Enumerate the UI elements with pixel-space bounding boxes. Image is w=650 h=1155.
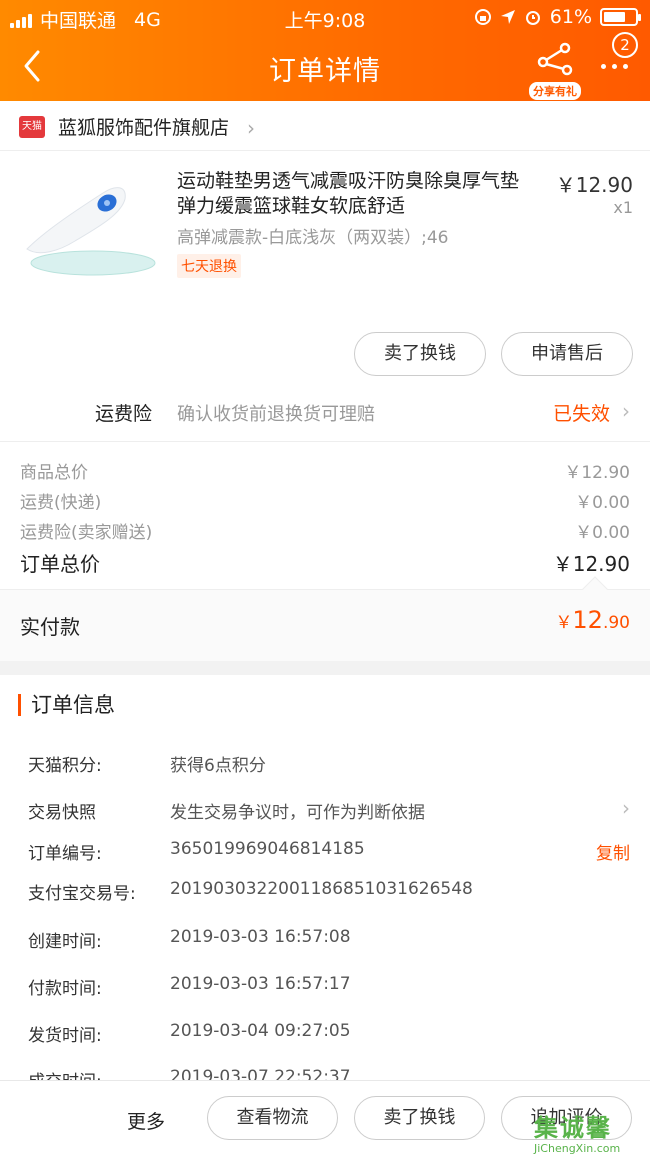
goods-total-row: 商品总价 ￥12.90: [20, 458, 630, 483]
shipping-fee-row: 运费(快递) ￥0.00: [20, 488, 630, 513]
paid-decimal: .90: [602, 613, 630, 633]
store-row[interactable]: 天猫 蓝狐服饰配件旗舰店 ›: [0, 101, 650, 151]
watermark-text: 集诚馨: [534, 1114, 612, 1142]
watermark-url: JiChengXin.com: [534, 1142, 621, 1155]
chevron-right-icon: ›: [247, 116, 255, 140]
price-summary: 商品总价 ￥12.90 运费(快递) ￥0.00 运费险(卖家赠送) ￥0.00…: [0, 441, 650, 589]
status-bar: 中国联通 4G 上午9:08 61%: [0, 0, 650, 34]
resell-button[interactable]: 卖了换钱: [354, 332, 486, 376]
share-icon: [537, 42, 573, 76]
info-value: 365019969046814185: [170, 839, 365, 859]
battery-percent: 61%: [549, 6, 592, 28]
tmall-badge: 天猫: [19, 116, 45, 138]
chevron-right-icon: ›: [622, 796, 630, 820]
insurance-fee-row: 运费险(卖家赠送) ￥0.00: [20, 518, 630, 543]
info-label: 天猫积分:: [28, 756, 102, 776]
chevron-right-icon: ›: [622, 399, 630, 423]
product-card: 运动鞋垫男透气减震吸汗防臭除臭厚气垫弹力缓震篮球鞋女软底舒适 ￥12.90 x1…: [0, 151, 650, 441]
paid-integer: 12: [572, 606, 603, 634]
share-button[interactable]: 分享有礼: [525, 40, 585, 100]
info-label: 创建时间:: [28, 932, 102, 952]
paid-row: 实付款 ￥12.90: [0, 576, 650, 661]
info-value: 2019-03-04 09:27:05: [170, 1021, 351, 1041]
share-label: 分享有礼: [529, 82, 581, 100]
nav-bar: 订单详情 分享有礼: [0, 34, 650, 101]
insurance-desc: 确认收货前退换货可理赔: [177, 404, 375, 425]
header: 中国联通 4G 上午9:08 61% 订单详情 分享有礼 2: [0, 0, 650, 101]
insurance-status[interactable]: 已失效: [553, 399, 610, 426]
order-info-heading: 订单信息: [18, 694, 115, 716]
more-icon: [601, 64, 628, 69]
order-info: 订单信息 天猫积分: 获得6点积分 交易快照 发生交易争议时，可作为判断依据 ›…: [0, 675, 650, 1092]
message-badge: 2: [612, 32, 638, 58]
info-value: 2019-03-03 16:57:08: [170, 927, 351, 947]
info-label: 支付宝交易号:: [28, 884, 136, 904]
info-value: 获得6点积分: [170, 756, 266, 776]
order-total-value: ￥12.90: [552, 552, 630, 576]
paid-label: 实付款: [20, 615, 80, 639]
rotation-lock-icon: [474, 9, 491, 25]
price-label: 运费险(卖家赠送): [20, 523, 153, 543]
watermark-logo: 集诚馨 JiChengXin.com: [530, 1108, 648, 1155]
copy-button[interactable]: 复制: [596, 839, 630, 864]
price-value: ￥0.00: [575, 493, 630, 513]
location-icon: [500, 10, 515, 24]
info-label: 订单编号:: [28, 844, 102, 864]
more-actions-button[interactable]: 更多: [127, 1107, 165, 1134]
after-sales-button[interactable]: 申请售后: [501, 332, 633, 376]
insurance-label: 运费险: [95, 403, 153, 425]
info-label: 交易快照: [28, 803, 96, 823]
paid-currency: ￥: [555, 613, 573, 633]
info-value: 2019-03-03 16:57:17: [170, 974, 351, 994]
product-title[interactable]: 运动鞋垫男透气减震吸汗防臭除臭厚气垫弹力缓震篮球鞋女软底舒适: [177, 169, 537, 219]
price-value: ￥0.00: [575, 523, 630, 543]
product-sku: 高弹减震款-白底浅灰（两双装）;46: [177, 228, 449, 248]
info-label: 发货时间:: [28, 1026, 102, 1046]
product-image[interactable]: [15, 171, 160, 286]
product-quantity: x1: [613, 198, 633, 217]
battery-icon: [600, 8, 641, 26]
view-logistics-button[interactable]: 查看物流: [207, 1096, 338, 1140]
info-label: 付款时间:: [28, 979, 102, 999]
paid-amount: ￥12.90: [555, 606, 630, 634]
price-value: ￥12.90: [564, 463, 630, 483]
price-label: 商品总价: [20, 463, 88, 483]
price-label: 运费(快递): [20, 493, 102, 513]
alarm-icon: [525, 11, 540, 25]
info-value: 2019030322001186851031626548: [170, 879, 473, 899]
return-policy-tag: 七天退换: [177, 254, 241, 278]
order-total-label: 订单总价: [20, 552, 100, 576]
store-name: 蓝狐服饰配件旗舰店: [58, 117, 230, 139]
order-total-row: 订单总价 ￥12.90: [20, 548, 630, 577]
product-price: ￥12.90: [555, 173, 633, 197]
info-value: 发生交易争议时，可作为判断依据: [170, 803, 425, 823]
resell-button[interactable]: 卖了换钱: [354, 1096, 485, 1140]
